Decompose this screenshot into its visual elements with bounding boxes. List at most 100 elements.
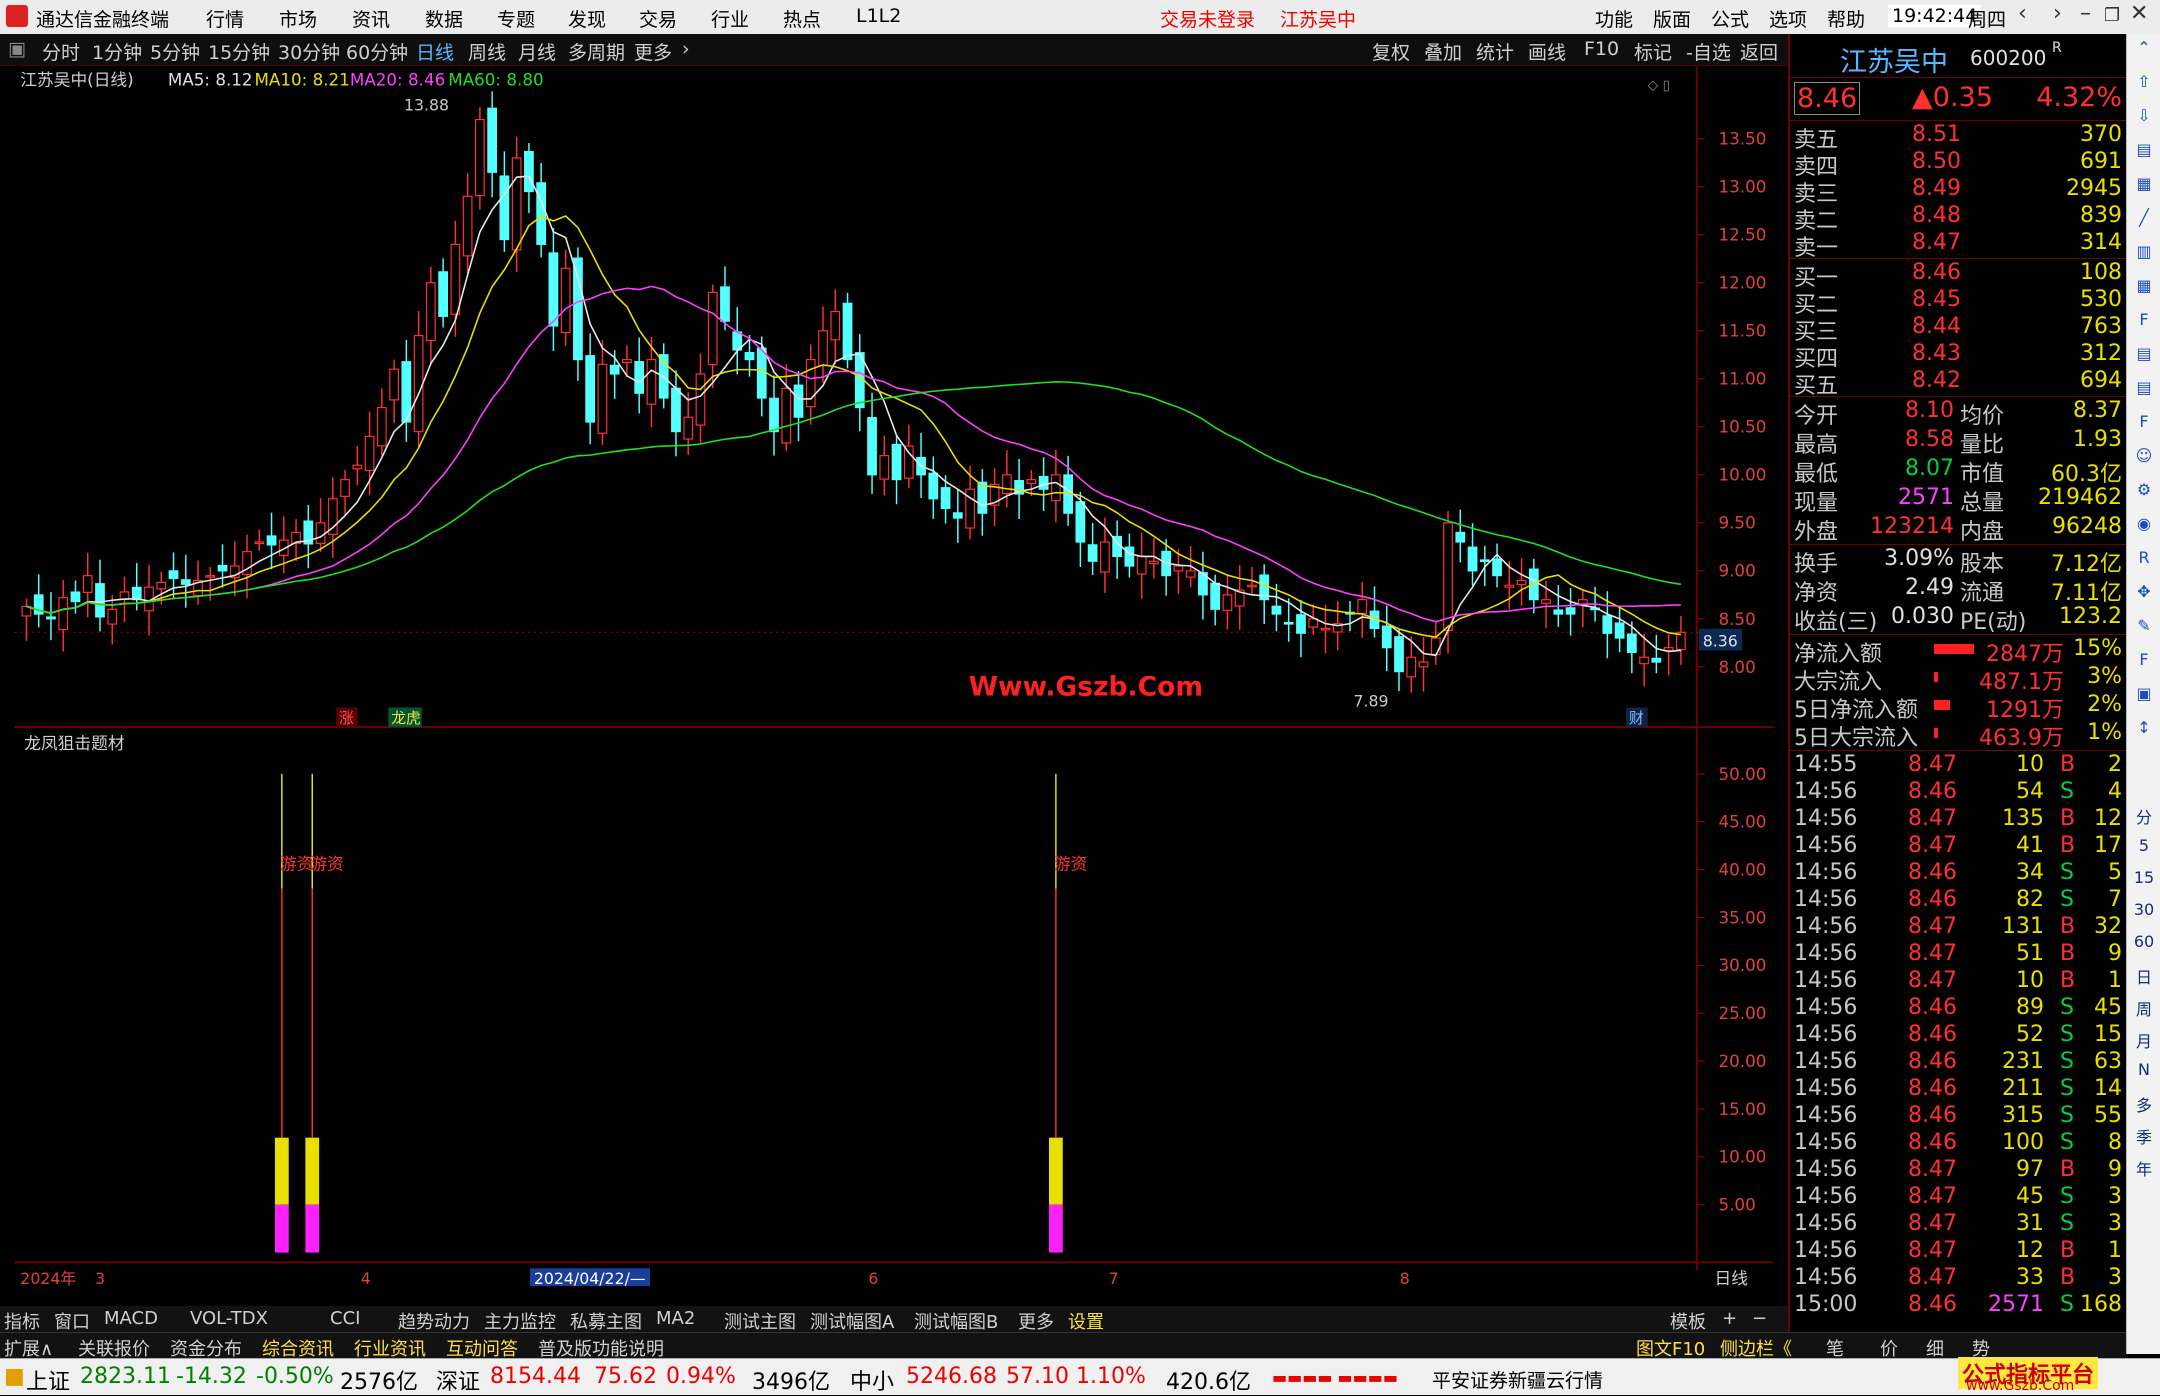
ask-row[interactable]: 卖五 8.51 370 [1794, 122, 2124, 153]
template-button[interactable]: 模板 [1670, 1308, 1706, 1334]
back-icon[interactable]: ‹ [2018, 1, 2027, 26]
menu-redian[interactable]: 热点 [783, 5, 821, 32]
candle-body[interactable] [1492, 558, 1502, 577]
candle-body[interactable] [952, 512, 963, 519]
period-30min[interactable]: 30分钟 [278, 38, 340, 65]
candle-body[interactable] [830, 310, 841, 341]
sz-name[interactable]: 深证 [436, 1364, 480, 1396]
candle-body[interactable] [891, 443, 902, 481]
indicator-tab-9[interactable]: 测试主图 [724, 1308, 796, 1334]
indicator-tab-11[interactable]: 测试幅图B [914, 1308, 998, 1334]
candle-body[interactable] [928, 472, 939, 500]
candle-body[interactable] [511, 157, 522, 251]
candle-body[interactable] [634, 361, 645, 394]
menu-hangye[interactable]: 行业 [711, 5, 749, 32]
candle-body[interactable] [818, 330, 828, 367]
candle-body[interactable] [1455, 531, 1466, 543]
candle-body[interactable] [793, 384, 804, 418]
candle-body[interactable] [425, 282, 436, 342]
indicator-tab-5[interactable]: 趋势动力 [398, 1308, 470, 1334]
bid-row[interactable]: 买三 8.44 763 [1794, 314, 2124, 345]
candle-body[interactable] [364, 435, 375, 472]
candle-body[interactable] [131, 586, 142, 601]
ask-row[interactable]: 卖一 8.47 314 [1794, 230, 2124, 261]
indicator-tab-6[interactable]: 主力监控 [484, 1308, 556, 1334]
candle-body[interactable] [168, 570, 179, 580]
menu-shuju[interactable]: 数据 [425, 5, 463, 32]
candle-body[interactable] [1651, 657, 1662, 663]
candle-body[interactable] [1430, 637, 1441, 656]
ask-row[interactable]: 卖三 8.49 2945 [1794, 176, 2124, 207]
candle-body[interactable] [352, 464, 363, 470]
period-5min[interactable]: 5分钟 [150, 38, 200, 65]
pen-icon[interactable]: ✎ [2131, 616, 2157, 640]
table-icon[interactable]: ▦ [2131, 276, 2157, 300]
candle-body[interactable] [1406, 656, 1417, 678]
btn-f10[interactable]: F10 [1584, 38, 1619, 60]
candle-body[interactable] [1026, 479, 1037, 485]
candle-body[interactable] [1418, 661, 1429, 668]
btn-biaoji[interactable]: 标记 [1634, 38, 1672, 65]
candle-body[interactable] [475, 118, 485, 197]
menu-l1l2[interactable]: L1L2 [856, 5, 901, 27]
sort-icon[interactable]: ↕ [2131, 718, 2157, 742]
candle-body[interactable] [1001, 474, 1012, 495]
ask-row[interactable]: 卖四 8.50 691 [1794, 149, 2124, 180]
candle-body[interactable] [1296, 614, 1306, 634]
sidebar-period-11[interactable]: 年 [2131, 1156, 2157, 1180]
candle-body[interactable] [1210, 582, 1221, 610]
signal-bar-magenta[interactable] [305, 1204, 320, 1253]
candle-body[interactable] [499, 175, 510, 241]
indicator-tab-13[interactable]: 设置 [1068, 1308, 1104, 1334]
notes-icon[interactable]: ▤ [2131, 344, 2157, 368]
candle-body[interactable] [462, 195, 473, 257]
list2-icon[interactable]: ▤ [2131, 378, 2157, 402]
sidebar-period-7[interactable]: 月 [2131, 1028, 2157, 1052]
menu-gongneng[interactable]: 功能 [1595, 5, 1633, 32]
candle-body[interactable] [1283, 621, 1294, 625]
indicator-tab-10[interactable]: 测试幅图A [810, 1308, 894, 1334]
candle-body[interactable] [707, 291, 718, 366]
candle-body[interactable] [217, 564, 228, 572]
gear-icon[interactable]: ⚙ [2131, 480, 2157, 504]
candle-body[interactable] [1479, 559, 1490, 563]
ask-row[interactable]: 卖二 8.48 839 [1794, 203, 2124, 234]
candle-body[interactable] [1639, 656, 1649, 665]
period-15min[interactable]: 15分钟 [208, 38, 270, 65]
zoom-out-button[interactable]: − [1752, 1308, 1767, 1329]
candle-body[interactable] [756, 347, 767, 399]
candle-body[interactable] [46, 616, 56, 620]
period-fenshi[interactable]: 分时 [42, 38, 80, 65]
sidebar-period-10[interactable]: 季 [2131, 1124, 2157, 1148]
candle-body[interactable] [842, 302, 853, 361]
candle-body[interactable] [524, 150, 534, 193]
candle-body[interactable] [1100, 541, 1110, 573]
candle-body[interactable] [180, 579, 191, 585]
close-icon[interactable]: ✕ [2130, 1, 2148, 26]
indicator-tab-8[interactable]: MA2 [656, 1308, 695, 1329]
indicator-tab-3[interactable]: VOL-TDX [190, 1308, 268, 1329]
period-more[interactable]: 更多 [634, 38, 672, 65]
sidebar-period-2[interactable]: 15 [2131, 868, 2157, 892]
signal-bar-magenta[interactable] [274, 1204, 289, 1253]
btn-zixuan[interactable]: -自选 [1686, 38, 1731, 65]
candle-body[interactable] [107, 608, 118, 625]
candle-body[interactable] [1271, 605, 1282, 615]
candle-body[interactable] [1320, 627, 1331, 631]
bar-icon[interactable]: ▥ [2131, 242, 2157, 266]
candle-body[interactable] [573, 257, 583, 361]
candle-body[interactable] [903, 445, 914, 479]
candle-body[interactable] [683, 416, 694, 440]
candle-body[interactable] [1173, 565, 1184, 572]
btn-fanhui[interactable]: 返回 [1740, 38, 1778, 65]
period-weekly[interactable]: 周线 [468, 38, 506, 65]
candle-body[interactable] [879, 455, 890, 480]
period-monthly[interactable]: 月线 [518, 38, 556, 65]
period-multi[interactable]: 多周期 [568, 38, 625, 65]
minimize-icon[interactable]: – [2080, 1, 2091, 26]
f10-icon[interactable]: F [2131, 310, 2157, 334]
candle-body[interactable] [340, 479, 350, 497]
candle-body[interactable] [609, 364, 620, 375]
menu-hangqing[interactable]: 行情 [206, 5, 244, 32]
candle-body[interactable] [1614, 622, 1625, 639]
